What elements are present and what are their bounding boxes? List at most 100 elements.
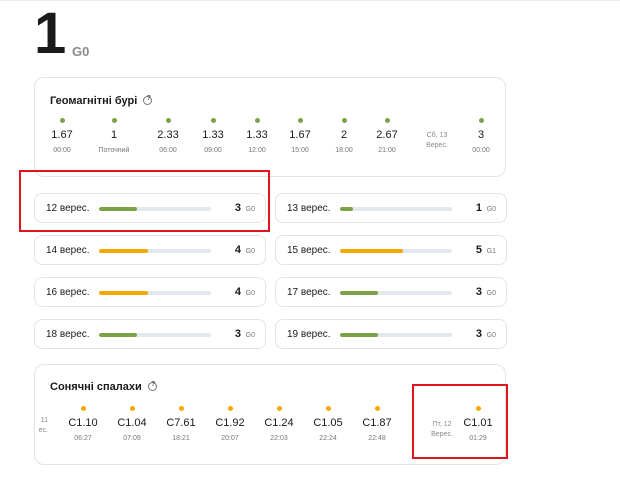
forecast-time: 18:00 <box>335 147 353 154</box>
kp-progress-fill <box>340 333 379 337</box>
solar-flares-title: Сонячні спалахи <box>50 381 158 393</box>
day-storm-level: G1 <box>486 248 496 255</box>
kp-level-dot <box>59 118 65 123</box>
kp-level-dot <box>210 118 216 123</box>
kp-level-dot <box>111 118 117 123</box>
flare-class: C1.24 <box>264 417 294 429</box>
day-storm-level: G0 <box>486 206 496 213</box>
forecast-time: 06:00 <box>159 147 177 154</box>
day-date: 18 верес. <box>46 329 90 340</box>
flare-class: C1.04 <box>117 417 147 429</box>
flare-time: 07:09 <box>123 435 141 442</box>
kp-progress-fill <box>99 249 149 253</box>
day-kp-value: 4 <box>234 244 241 256</box>
forecast-slot: 3 00:00 <box>459 118 503 154</box>
kp-level-dot <box>478 118 484 123</box>
forecast-kp-value: 3 <box>477 129 485 141</box>
geomagnetic-storms-title: Геомагнітні бурі <box>50 95 153 107</box>
day-date: 16 верес. <box>46 287 90 298</box>
kp-progress-fill <box>340 207 354 211</box>
help-icon[interactable] <box>143 95 153 105</box>
top-divider <box>0 0 620 1</box>
flare-class: C1.87 <box>362 417 392 429</box>
flare-class: C1.92 <box>215 417 245 429</box>
flare-time: 20:07 <box>221 435 239 442</box>
flare-time: 18:21 <box>172 435 190 442</box>
forecast-slot: 1.33 09:00 <box>191 118 235 154</box>
day-date: 15 верес. <box>287 245 331 256</box>
highlight-box-flare <box>412 384 508 459</box>
forecast-kp-value: 1.67 <box>289 129 311 141</box>
flare-dot <box>178 406 184 411</box>
day-storm-level: G0 <box>486 290 496 297</box>
help-icon[interactable] <box>147 381 158 391</box>
forecast-slot: 2.67 21:00 <box>365 118 409 154</box>
flare-dot <box>325 406 331 411</box>
forecast-slot: 2 18:00 <box>322 118 366 154</box>
flare-time: 22:24 <box>319 435 337 442</box>
daily-forecast-row[interactable]: 17 верес. 3 G0 <box>275 277 507 307</box>
flare-dot <box>129 406 135 411</box>
kp-progress-track <box>340 207 452 211</box>
forecast-time: 00:00 <box>53 147 71 154</box>
forecast-slot: 1.67 15:00 <box>278 118 322 154</box>
daily-forecast-row[interactable]: 18 верес. 3 G0 <box>34 319 266 349</box>
day-kp-value: 5 <box>475 244 482 256</box>
flare-dot <box>80 406 86 411</box>
kp-progress-fill <box>99 333 138 337</box>
flare-dot <box>374 406 380 411</box>
day-kp-value: 4 <box>234 286 241 298</box>
forecast-day-marker: Сб, 13 Верес. <box>426 132 448 149</box>
forecast-kp-value: 1 <box>110 129 118 141</box>
flare-time: 22:03 <box>270 435 288 442</box>
kp-level-dot <box>341 118 347 123</box>
kp-progress-track <box>99 249 211 253</box>
kp-progress-fill <box>99 291 149 295</box>
flares-prev-day-marker: 11 ес. <box>38 417 48 434</box>
solar-flare-event: C1.24 22:03 <box>257 406 301 442</box>
daily-forecast-row[interactable]: 14 верес. 4 G0 <box>34 235 266 265</box>
flare-dot <box>276 406 282 411</box>
kp-progress-track <box>99 291 211 295</box>
flare-time: 22:48 <box>368 435 386 442</box>
kp-level-dot <box>165 118 171 123</box>
forecast-time: 09:00 <box>204 147 222 154</box>
kp-level-dot <box>254 118 260 123</box>
kp-level-dot <box>297 118 303 123</box>
daily-forecast-row[interactable]: 16 верес. 4 G0 <box>34 277 266 307</box>
forecast-kp-value: 2.67 <box>376 129 398 141</box>
solar-flare-event: C7.61 18:21 <box>159 406 203 442</box>
flare-time: 06:27 <box>74 435 92 442</box>
forecast-slot: 1 Поточний <box>92 118 136 154</box>
forecast-kp-value: 1.33 <box>246 129 268 141</box>
flare-class: C1.05 <box>313 417 343 429</box>
day-storm-level: G0 <box>245 248 255 255</box>
forecast-time: 21:00 <box>378 147 396 154</box>
geomagnetic-storms-card: Геомагнітні бурі Сб, 13 Верес. 1.67 00:00… <box>34 77 506 177</box>
day-kp-value: 1 <box>475 202 482 214</box>
day-kp-value: 3 <box>475 286 482 298</box>
day-date: 13 верес. <box>287 203 331 214</box>
current-kp-value: 1 <box>34 1 66 66</box>
daily-forecast-row[interactable]: 15 верес. 5 G1 <box>275 235 507 265</box>
solar-flare-event: C1.04 07:09 <box>110 406 154 442</box>
kp-progress-track <box>340 333 452 337</box>
kp-progress-fill <box>340 249 403 253</box>
solar-flare-event: C1.10 06:27 <box>61 406 105 442</box>
day-storm-level: G0 <box>245 332 255 339</box>
forecast-slot: 2.33 06:00 <box>146 118 190 154</box>
forecast-time: 00:00 <box>472 147 490 154</box>
day-kp-value: 3 <box>475 328 482 340</box>
daily-forecast-row[interactable]: 13 верес. 1 G0 <box>275 193 507 223</box>
kp-progress-track <box>99 333 211 337</box>
solar-flare-event: C1.87 22:48 <box>355 406 399 442</box>
daily-forecast-row[interactable]: 19 верес. 3 G0 <box>275 319 507 349</box>
solar-flare-event: C1.92 20:07 <box>208 406 252 442</box>
kp-progress-track <box>340 249 452 253</box>
solar-flare-event: C1.05 22:24 <box>306 406 350 442</box>
flare-dot <box>227 406 233 411</box>
day-storm-level: G0 <box>245 290 255 297</box>
kp-progress-track <box>340 291 452 295</box>
highlight-box-day <box>19 170 270 232</box>
flare-class: C1.10 <box>68 417 98 429</box>
